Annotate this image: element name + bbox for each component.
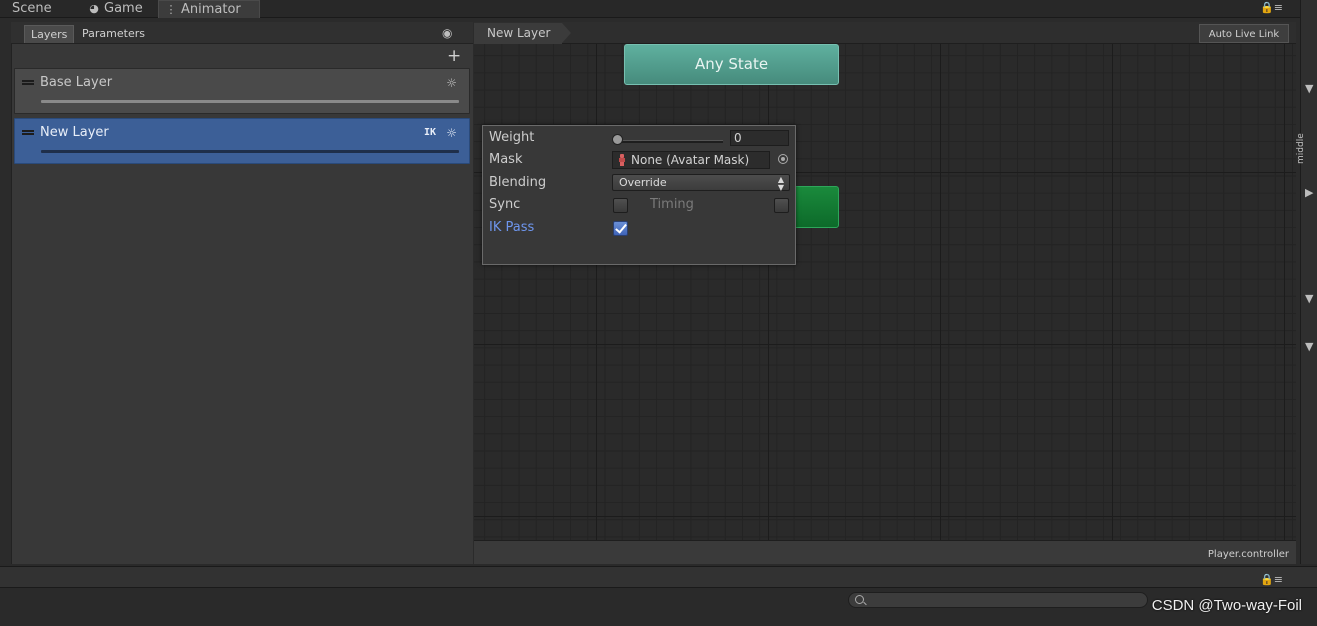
blending-dropdown[interactable]: Override ▲ ▼ bbox=[612, 174, 790, 192]
drag-handle-icon[interactable] bbox=[22, 130, 34, 135]
graph-header bbox=[474, 22, 1296, 44]
auto-live-link-button[interactable]: Auto Live Link bbox=[1199, 24, 1289, 43]
lock-icon[interactable]: 🔒≡ bbox=[1260, 1, 1283, 14]
ik-badge: IK bbox=[423, 127, 436, 138]
weight-slider-track[interactable] bbox=[617, 140, 723, 143]
gear-icon[interactable]: ☼ bbox=[446, 75, 457, 91]
state-graph[interactable] bbox=[474, 44, 1296, 540]
drag-handle-icon[interactable] bbox=[22, 80, 34, 85]
sync-checkbox[interactable] bbox=[613, 198, 628, 213]
watermark: CSDN @Two-way-Foil bbox=[1151, 597, 1302, 614]
lock-icon[interactable]: 🔒≡ bbox=[1260, 573, 1283, 586]
tab-animator[interactable]: ⋮ Animator bbox=[158, 0, 260, 18]
timing-label: Timing bbox=[650, 197, 694, 212]
breadcrumb[interactable]: New Layer bbox=[474, 23, 572, 44]
layer-settings-popup: Weight 0 Mask None (Avatar Mask) Blendin… bbox=[482, 125, 796, 265]
tab-animator-label: Animator bbox=[181, 2, 241, 17]
weight-slider-handle[interactable] bbox=[612, 134, 623, 145]
animator-icon: ⋮ bbox=[165, 3, 177, 16]
tab-game[interactable]: ◕ Game bbox=[82, 0, 152, 18]
object-picker-icon[interactable] bbox=[778, 154, 788, 164]
pacman-icon: ◕ bbox=[89, 2, 99, 15]
sync-label: Sync bbox=[489, 197, 521, 212]
mask-value: None (Avatar Mask) bbox=[631, 153, 750, 167]
tab-scene[interactable]: Scene bbox=[6, 0, 76, 18]
search-icon bbox=[855, 595, 864, 604]
tab-parameters[interactable]: Parameters bbox=[76, 25, 151, 43]
chevron-right-icon[interactable]: ▶ bbox=[1305, 186, 1313, 199]
bottom-header bbox=[0, 566, 1317, 588]
layer-name: Base Layer bbox=[40, 75, 113, 90]
mask-field[interactable]: None (Avatar Mask) bbox=[612, 151, 770, 169]
layer-item-new[interactable]: New Layer IK ☼ bbox=[14, 118, 470, 164]
tab-layers[interactable]: Layers bbox=[24, 25, 75, 43]
add-layer-icon[interactable]: + bbox=[447, 47, 461, 65]
layer-weight-bar bbox=[41, 100, 459, 103]
layer-weight-bar bbox=[41, 150, 459, 153]
layer-item-base[interactable]: Base Layer ☼ bbox=[14, 68, 470, 114]
mask-label: Mask bbox=[489, 152, 523, 167]
search-input[interactable] bbox=[848, 592, 1148, 608]
dropdown-arrows-icon: ▲ ▼ bbox=[777, 175, 784, 192]
gear-icon[interactable]: ☼ bbox=[446, 125, 457, 141]
chevron-down-icon[interactable]: ▼ bbox=[1305, 340, 1313, 353]
chevron-down-icon[interactable]: ▼ bbox=[1305, 292, 1313, 305]
tab-game-label: Game bbox=[104, 1, 143, 16]
ik-pass-label: IK Pass bbox=[489, 220, 535, 235]
blending-value: Override bbox=[619, 176, 667, 189]
graph-footer bbox=[474, 540, 1296, 564]
timing-checkbox[interactable] bbox=[774, 198, 789, 213]
state-node[interactable] bbox=[790, 186, 839, 228]
controller-name: Player.controller bbox=[1207, 549, 1289, 560]
weight-field[interactable]: 0 bbox=[730, 130, 789, 146]
layer-name: New Layer bbox=[40, 125, 109, 140]
tab-scene-label: Scene bbox=[12, 1, 52, 16]
chevron-down-icon[interactable]: ▼ bbox=[1305, 82, 1313, 95]
blending-label: Blending bbox=[489, 175, 547, 190]
eye-icon[interactable]: ◉ bbox=[442, 26, 452, 40]
any-state-node[interactable]: Any State bbox=[624, 44, 839, 85]
side-label: middle bbox=[1296, 133, 1306, 164]
ik-pass-checkbox[interactable] bbox=[613, 221, 628, 236]
avatar-mask-icon bbox=[619, 154, 625, 166]
weight-label: Weight bbox=[489, 130, 535, 145]
